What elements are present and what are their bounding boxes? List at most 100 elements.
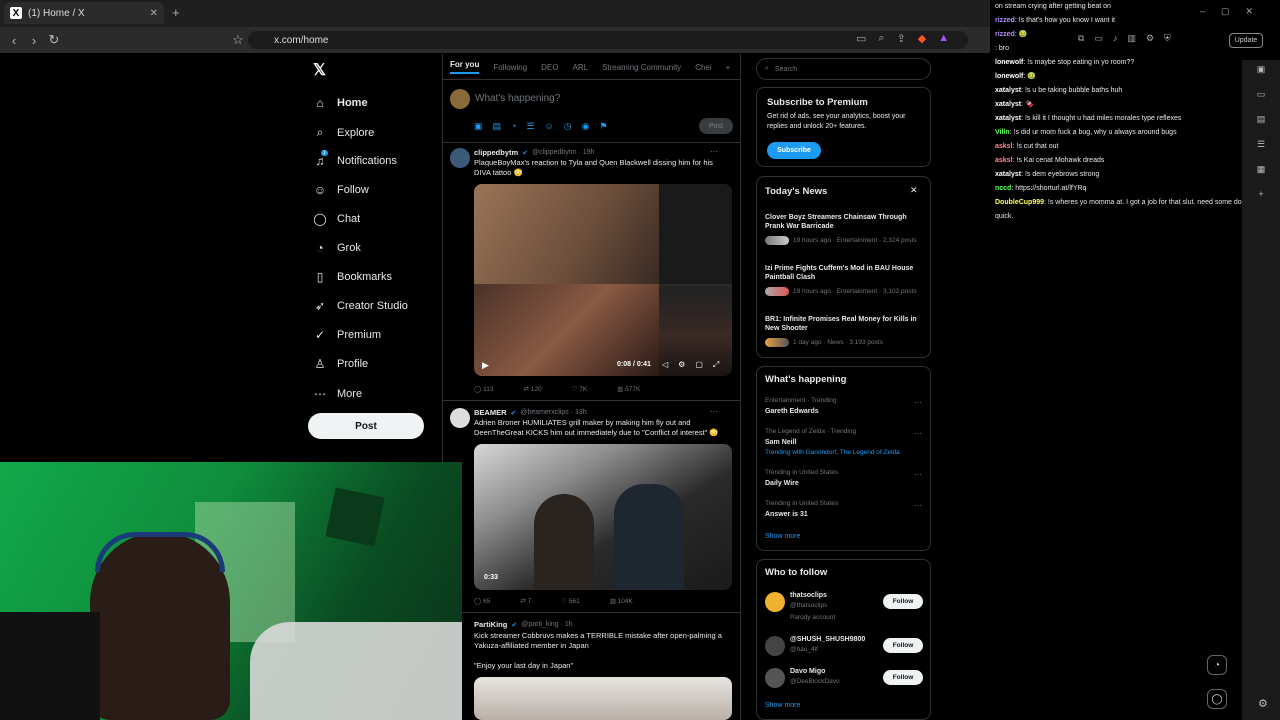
video-player[interactable]: 0:33 — [474, 444, 732, 590]
sidebar-item-home[interactable]: ⌂ Home — [313, 96, 367, 110]
chat-icon[interactable]: ◯ — [1207, 689, 1227, 709]
views-button[interactable]: ▥ 577K — [617, 385, 640, 393]
play-icon[interactable]: ▶ — [482, 360, 489, 371]
chat-username[interactable]: Villn — [995, 129, 1010, 136]
sidebar-item-chat[interactable]: ◯ Chat — [313, 212, 360, 226]
sidebar-item-grok[interactable]: ◔ Grok — [313, 241, 360, 255]
fullscreen-icon[interactable]: ⤢ — [713, 360, 719, 370]
more-icon[interactable]: ⋯ — [914, 398, 922, 407]
cast-icon[interactable]: ▭ — [856, 32, 866, 45]
chat-username[interactable]: rizzed — [995, 17, 1015, 24]
avatar[interactable] — [765, 636, 785, 656]
new-tab-button[interactable]: + — [172, 5, 180, 20]
chat-username[interactable]: lonewolf — [995, 59, 1023, 66]
close-icon[interactable]: ✕ — [150, 8, 158, 19]
follow-name[interactable]: @SHUSH_SHUSH9800 — [790, 635, 865, 644]
browser-tab[interactable]: X (1) Home / X ✕ — [4, 2, 164, 24]
music-icon[interactable]: ♪ — [1113, 33, 1118, 44]
x-logo-icon[interactable]: 𝕏 — [313, 60, 326, 80]
news-item-title[interactable]: Izi Prime Fights Cuffem's Mod in BAU Hou… — [765, 264, 925, 282]
close-icon[interactable]: ✕ — [1246, 6, 1254, 17]
sidebar-item-follow[interactable]: ☺ Follow — [313, 183, 369, 197]
sidebar-icon[interactable]: ▭ — [1257, 89, 1266, 100]
tweet-author[interactable]: BEAMER — [474, 408, 507, 417]
sidebar-item-bookmarks[interactable]: ▯ Bookmarks — [313, 270, 392, 284]
avatar[interactable] — [765, 592, 785, 612]
like-button[interactable]: ♡ 7K — [572, 385, 588, 393]
extension-icon[interactable]: ▭ — [1094, 33, 1103, 44]
more-icon[interactable]: ⋯ — [710, 407, 718, 416]
chat-username[interactable]: xatalyst — [995, 87, 1021, 94]
post-button[interactable]: Post — [308, 413, 424, 439]
emoji-icon[interactable]: ☺ — [545, 121, 554, 132]
subscribe-button[interactable]: Subscribe — [767, 142, 821, 159]
extension-icon[interactable]: ⚙ — [1146, 33, 1154, 44]
sidebar-item-premium[interactable]: ✓ Premium — [313, 328, 381, 342]
more-icon[interactable]: ⋯ — [914, 470, 922, 479]
sidebar-icon[interactable]: ▤ — [1257, 114, 1266, 125]
retweet-button[interactable]: ⇄ 7 — [520, 597, 531, 605]
tweet-author[interactable]: clippedbytm — [474, 148, 518, 157]
trend-topic[interactable]: Answer is 31 — [765, 510, 808, 519]
minimize-icon[interactable]: – — [1200, 6, 1205, 17]
update-button[interactable]: Update — [1229, 33, 1263, 48]
tab-streaming-community[interactable]: Streaming Community — [602, 63, 681, 72]
bookmark-icon[interactable]: ☆ — [228, 32, 248, 48]
chat-username[interactable]: asksl — [995, 143, 1013, 150]
search-input[interactable]: ⌕ Search — [756, 58, 931, 80]
poll-icon[interactable]: ☰ — [526, 121, 534, 132]
settings-icon[interactable]: ⚙ — [678, 360, 685, 370]
trend-topic[interactable]: Gareth Edwards — [765, 407, 819, 416]
add-icon[interactable]: + — [1258, 189, 1263, 199]
extension-icon[interactable]: ⧉ — [1078, 33, 1084, 44]
sidebar-item-profile[interactable]: ♙ Profile — [313, 357, 369, 371]
image-icon[interactable]: ▣ — [474, 121, 483, 132]
add-tab-icon[interactable]: + — [726, 63, 731, 72]
compose-input[interactable]: What's happening? — [475, 93, 560, 104]
chat-username[interactable]: rizzed — [995, 31, 1015, 38]
show-more-link[interactable]: Show more — [765, 702, 800, 709]
reply-button[interactable]: ◯ 113 — [474, 385, 493, 393]
views-button[interactable]: ▥ 104K — [610, 597, 633, 605]
tweet-author[interactable]: PartiKing — [474, 620, 507, 629]
like-button[interactable]: ♡ 561 — [561, 597, 580, 605]
avatar[interactable] — [450, 89, 470, 109]
tab-deo[interactable]: DEO — [541, 63, 558, 72]
grok-icon[interactable]: ◔ — [511, 121, 516, 132]
retweet-button[interactable]: ⇄ 120 — [523, 385, 541, 393]
chat-username[interactable]: nccd — [995, 185, 1011, 192]
sidebar-item-notifications[interactable]: ♫ Notifications 1 — [313, 150, 397, 168]
pip-icon[interactable]: ▢ — [695, 360, 703, 370]
chat-username[interactable]: xatalyst — [995, 101, 1021, 108]
settings-icon[interactable]: ⚙ — [1258, 697, 1268, 710]
chat-username[interactable]: xatalyst — [995, 171, 1021, 178]
more-icon[interactable]: ⋯ — [710, 147, 718, 156]
back-icon[interactable]: ‹ — [4, 33, 24, 48]
schedule-icon[interactable]: ◷ — [564, 121, 572, 132]
tab-for-you[interactable]: For you — [450, 60, 480, 74]
brave-icon[interactable]: ◆ — [918, 32, 926, 45]
chat-username[interactable]: DoubleCup999 — [995, 199, 1044, 206]
sidebar-icon[interactable]: ▣ — [1257, 64, 1266, 75]
news-item-title[interactable]: Clover Boyz Streamers Chainsaw Through P… — [765, 213, 925, 231]
forward-icon[interactable]: › — [24, 33, 44, 48]
more-icon[interactable]: ⋯ — [914, 501, 922, 510]
flag-icon[interactable]: ⚑ — [599, 121, 607, 132]
maximize-icon[interactable]: ▢ — [1221, 6, 1230, 17]
reload-icon[interactable]: ↻ — [44, 32, 64, 48]
follow-button[interactable]: Follow — [883, 638, 923, 653]
show-more-link[interactable]: Show more — [765, 533, 800, 540]
chat-username[interactable]: asksl — [995, 157, 1013, 164]
rewards-icon[interactable]: ▲ — [938, 32, 949, 45]
sidebar-icon[interactable]: ☰ — [1257, 139, 1265, 150]
tab-chei[interactable]: Chei — [695, 63, 711, 72]
news-item-title[interactable]: BR1: Infinite Promises Real Money for Ki… — [765, 315, 925, 333]
follow-button[interactable]: Follow — [883, 670, 923, 685]
follow-name[interactable]: thatsoclips — [790, 591, 827, 600]
sidebar-icon[interactable]: ▦ — [1257, 164, 1266, 175]
follow-button[interactable]: Follow — [883, 594, 923, 609]
shield-icon[interactable]: ⛨ — [1164, 33, 1171, 44]
tweet-image[interactable] — [474, 677, 732, 720]
trend-topic[interactable]: Daily Wire — [765, 479, 799, 488]
sidebar-icon[interactable]: ▥ — [1127, 33, 1136, 44]
